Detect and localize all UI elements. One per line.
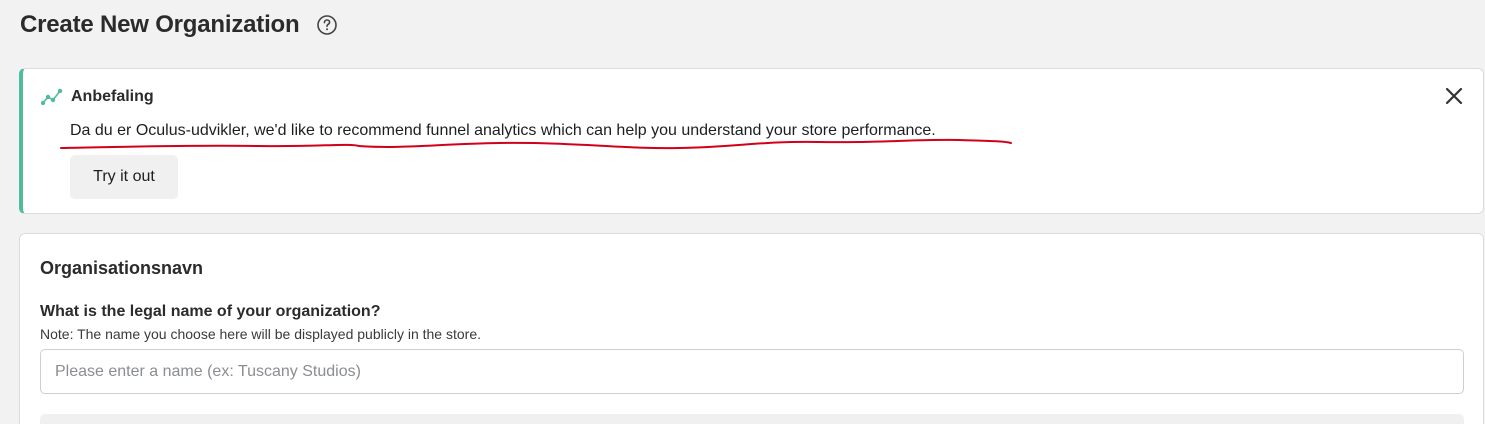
page-title: Create New Organization [20, 11, 300, 38]
question-circle-icon[interactable] [317, 15, 338, 35]
try-it-out-button[interactable]: Try it out [70, 155, 178, 199]
trend-chart-icon [41, 87, 63, 107]
organization-name-card: Organisationsnavn What is the legal name… [19, 233, 1484, 424]
create-organization-page: Create New Organization Anbefaling Da du… [0, 0, 1485, 424]
close-icon[interactable] [1443, 85, 1465, 107]
recommendation-message: Da du er Oculus-udvikler, we'd like to r… [70, 122, 936, 139]
organization-name-input[interactable] [40, 349, 1464, 394]
legal-name-note: Note: The name you choose here will be d… [40, 326, 481, 342]
recommendation-banner: Anbefaling Da du er Oculus-udvikler, we'… [19, 68, 1484, 214]
next-field-placeholder [40, 414, 1464, 424]
recommendation-title: Anbefaling [71, 88, 154, 105]
legal-name-label: What is the legal name of your organizat… [40, 303, 381, 320]
page-header: Create New Organization [20, 8, 338, 42]
recommendation-header: Anbefaling [41, 87, 154, 107]
section-title: Organisationsnavn [40, 258, 204, 278]
